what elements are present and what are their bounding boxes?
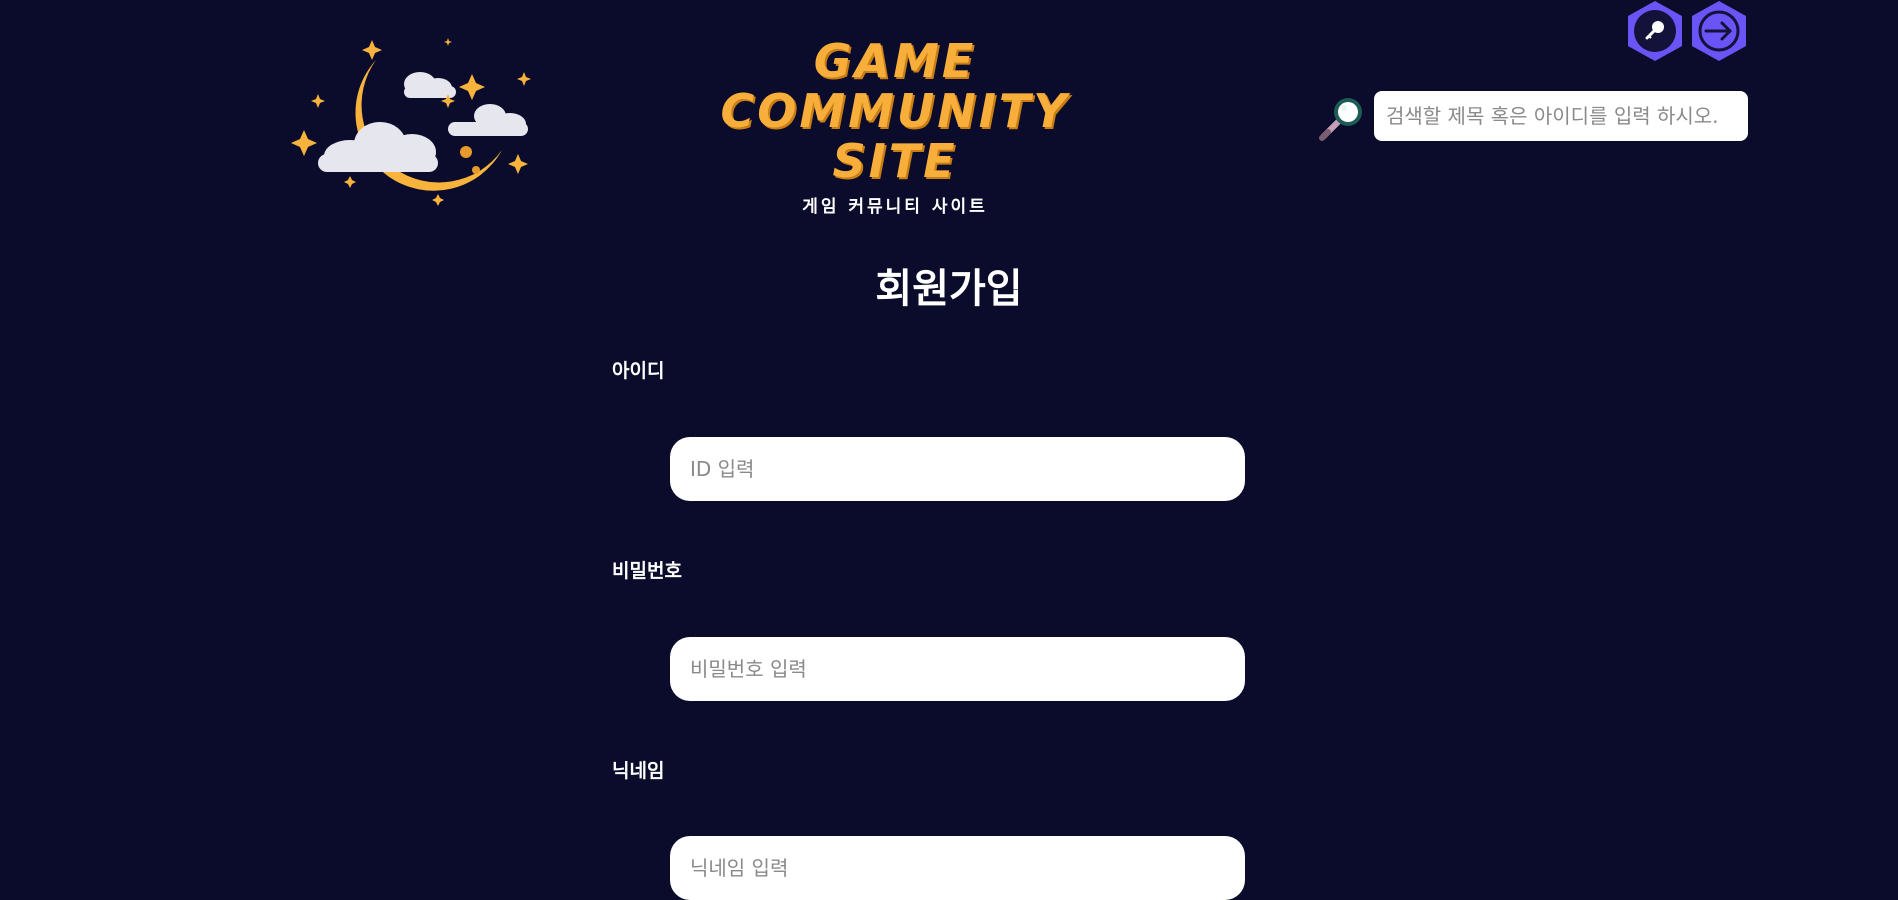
nickname-label: 닉네임 [612, 760, 665, 782]
logo-subtitle: 게임 커뮤니티 사이트 [802, 197, 988, 217]
logo-line-3: SITE [832, 134, 958, 188]
magnifier-icon[interactable] [1316, 94, 1366, 144]
id-input[interactable] [670, 437, 1245, 501]
id-label: 아이디 [612, 360, 665, 382]
nickname-input[interactable] [670, 836, 1245, 900]
moon-logo-icon[interactable] [288, 34, 544, 210]
password-input[interactable] [670, 637, 1245, 701]
search-input[interactable] [1374, 91, 1748, 141]
login-button[interactable] [1624, 0, 1686, 62]
page-title: 회원가입 [875, 266, 1023, 312]
password-label: 비밀번호 [612, 560, 682, 582]
logo-line-2: COMMUNITY [720, 84, 1070, 138]
logo-line-1: GAME [813, 34, 977, 88]
signup-button[interactable] [1688, 0, 1750, 62]
site-logo[interactable]: GAME COMMUNITY SITE 게임 커뮤니티 사이트 [720, 36, 1070, 217]
